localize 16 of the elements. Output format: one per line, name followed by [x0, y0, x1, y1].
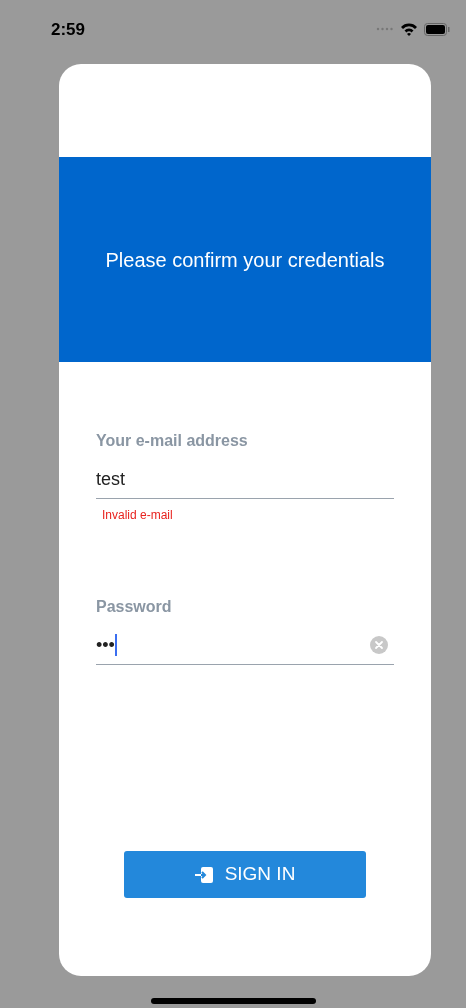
status-time: 2:59: [51, 20, 86, 40]
field-label: Password: [96, 597, 172, 617]
field-label: Your e-mail address: [96, 431, 248, 451]
sign-in-icon: [194, 866, 213, 883]
text-cursor: [114, 633, 117, 656]
input-field[interactable]: test: [96, 459, 394, 499]
field-value: •••: [96, 633, 115, 657]
sign-in-button[interactable]: SIGN IN: [124, 851, 366, 898]
clear-icon[interactable]: [370, 635, 388, 654]
wifi-icon: [400, 22, 418, 36]
error-message: Invalid e-mail: [102, 507, 173, 523]
header-title: Please confirm your credentials: [105, 247, 385, 273]
battery-icon: [424, 22, 450, 36]
cellular-signal-icon: [376, 27, 394, 31]
input-field[interactable]: •••: [96, 625, 394, 665]
field-value: test: [96, 467, 125, 491]
